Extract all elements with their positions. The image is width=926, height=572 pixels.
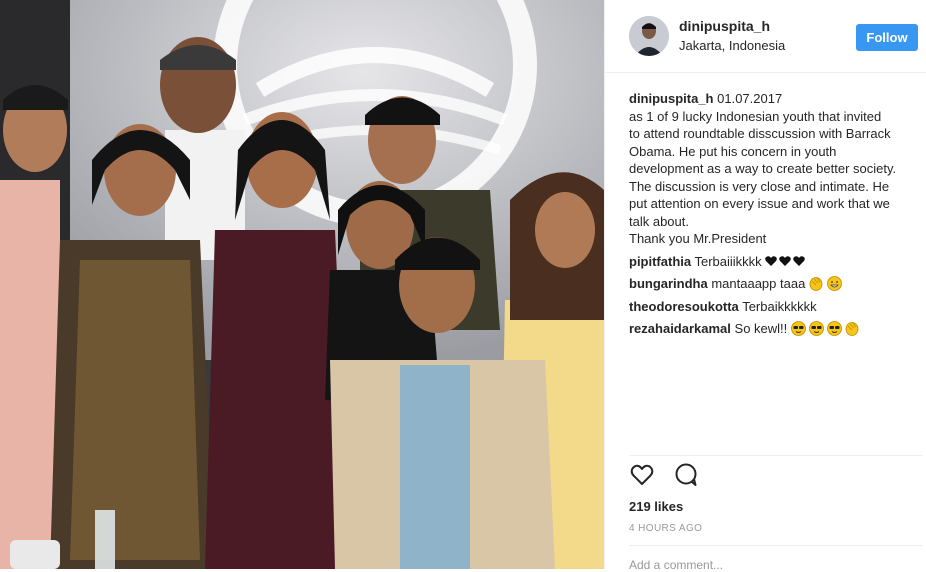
caption-line: Obama. He put his concern in youth xyxy=(629,143,837,159)
comment-item: pipitfathia Terbaiiikkkk xyxy=(629,253,921,271)
black-heart-icon xyxy=(765,255,778,266)
post-timestamp[interactable]: 4 HOURS AGO xyxy=(629,523,702,534)
black-heart-icon xyxy=(779,255,792,266)
emoji-group xyxy=(791,321,859,336)
black-heart-icon xyxy=(793,255,806,266)
avatar[interactable] xyxy=(629,16,669,56)
group-photo xyxy=(0,0,604,569)
post-side-panel: dinipuspita_h Jakarta, Indonesia Follow … xyxy=(604,0,926,572)
comment-item: theodoresoukotta Terbaikkkkkk xyxy=(629,298,921,316)
caption-line: put attention on every issue and work th… xyxy=(629,196,890,211)
header-username[interactable]: dinipuspita_h xyxy=(679,18,770,34)
sunglasses-face-icon xyxy=(809,321,824,336)
caption-date: 01.07.2017 xyxy=(717,91,783,106)
heart-outline-icon xyxy=(630,464,654,485)
comment-item: rezahaidarkamal So kewl!! xyxy=(629,320,921,338)
caption-username[interactable]: dinipuspita_h xyxy=(629,91,714,106)
divider xyxy=(629,455,923,456)
comment-username[interactable]: theodoresoukotta xyxy=(629,299,739,314)
black-heart-emoji-group xyxy=(765,255,806,266)
likes-count[interactable]: 219 likes xyxy=(629,499,683,514)
like-button[interactable] xyxy=(629,462,655,488)
instagram-post: dinipuspita_h Jakarta, Indonesia Follow … xyxy=(0,0,926,572)
post-header: dinipuspita_h Jakarta, Indonesia Follow xyxy=(605,0,926,73)
caption-line: development as a way to create better so… xyxy=(629,161,897,176)
post-photo[interactable] xyxy=(0,0,604,569)
caption-line: as 1 of 9 lucky Indonesian youth that in… xyxy=(629,108,882,124)
comment-username[interactable]: pipitfathia xyxy=(629,254,691,269)
caption-line: to attend roundtable disscussion with Ba… xyxy=(629,126,891,141)
caption-line: Thank you Mr.President xyxy=(629,231,767,246)
avatar-image xyxy=(629,16,669,56)
divider xyxy=(629,545,923,546)
comment-username[interactable]: rezahaidarkamal xyxy=(629,321,731,336)
comment-text: So kewl!! xyxy=(734,321,788,336)
comment-item: bungarindha mantaaapp taaa xyxy=(629,275,921,293)
comment-text: mantaaapp taaa xyxy=(711,276,806,291)
comment-button[interactable] xyxy=(673,462,699,488)
header-location[interactable]: Jakarta, Indonesia xyxy=(679,38,785,53)
caption-line: The discussion is very close and intimat… xyxy=(629,178,890,194)
follow-button[interactable]: Follow xyxy=(856,24,918,51)
caption-line: talk about. xyxy=(629,213,689,229)
clapping-hands-icon xyxy=(809,277,823,291)
add-comment-input[interactable]: Add a comment... xyxy=(629,558,723,572)
grinning-face-icon xyxy=(827,276,842,291)
emoji-group xyxy=(809,276,842,291)
sunglasses-face-icon xyxy=(791,321,806,336)
comment-bubble-icon xyxy=(675,463,697,486)
comment-text: Terbaiiikkkk xyxy=(694,253,762,269)
sunglasses-face-icon xyxy=(827,321,842,336)
caption-header: dinipuspita_h 01.07.2017 xyxy=(629,90,921,108)
comment-text: Terbaikkkkkk xyxy=(742,298,817,314)
comments-section: dinipuspita_h 01.07.2017 as 1 of 9 lucky… xyxy=(629,90,921,338)
comment-username[interactable]: bungarindha xyxy=(629,276,708,291)
clapping-hands-icon xyxy=(845,322,859,336)
action-bar xyxy=(629,462,713,493)
